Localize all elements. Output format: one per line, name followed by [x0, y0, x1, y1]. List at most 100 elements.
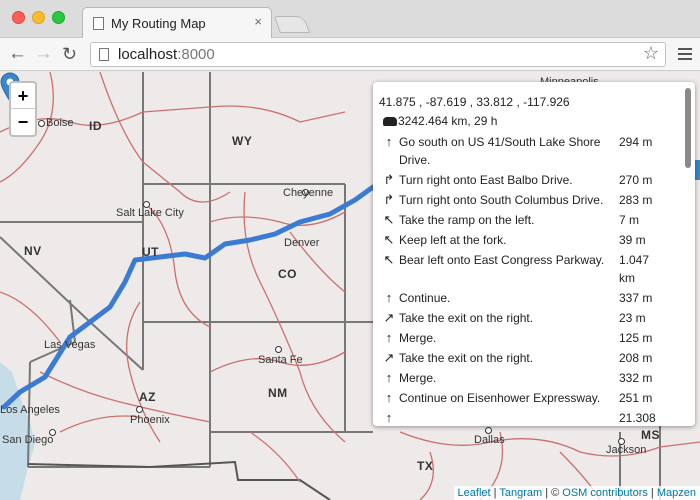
city-dot	[38, 120, 45, 127]
state-label-ut: UT	[142, 245, 159, 259]
route-step-text: Go south on US 41/South Lake Shore Drive…	[399, 135, 601, 167]
leaflet-link[interactable]: Leaflet	[458, 487, 491, 499]
state-label-id: ID	[89, 119, 102, 133]
route-step-distance: 1.047 km	[619, 253, 650, 285]
tangram-link[interactable]: Tangram	[499, 487, 542, 499]
city-label-cheyenne: Cheyenne	[283, 187, 334, 199]
route-step[interactable]: ↗ Take the exit on the right. 23 m	[379, 308, 674, 328]
state-label-tx: TX	[417, 459, 434, 473]
route-step-text: Take the ramp on the left.	[399, 213, 535, 227]
new-tab-button[interactable]	[273, 16, 311, 33]
route-summary: 3242.464 km, 29 h	[383, 114, 497, 128]
route-step-distance: 251 m	[619, 391, 653, 405]
direction-arrow-icon: ↑	[385, 134, 393, 149]
address-bar[interactable]: localhost:8000 ☆	[90, 42, 666, 67]
browser-toolbar: ← → ↻ localhost:8000 ☆	[0, 38, 700, 71]
attribution-separator: | ©	[542, 487, 563, 499]
route-step[interactable]: ↖ Take the ramp on the left. 7 m	[379, 210, 674, 230]
city-label-santa-fe: Santa Fe	[258, 354, 303, 366]
route-step[interactable]: ↑ Merge. 125 m	[379, 328, 674, 348]
city-label-phoenix: Phoenix	[130, 414, 170, 426]
browser-tab[interactable]: My Routing Map ×	[82, 7, 272, 38]
map-attribution: Leaflet | Tangram | © OSM contributors |…	[453, 486, 700, 500]
state-label-nv: NV	[24, 244, 42, 258]
url-text[interactable]: localhost:8000	[118, 46, 215, 63]
route-step-distance: 21.308	[619, 411, 656, 425]
osm-link[interactable]: OSM contributors	[562, 487, 648, 499]
city-label-salt-lake-city: Salt Lake City	[116, 207, 184, 219]
route-step[interactable]: ↑ Continue. 337 m	[379, 288, 674, 308]
city-label-los-angeles: Los Angeles	[0, 404, 60, 416]
direction-arrow-icon: ↗	[383, 350, 395, 365]
state-label-ms: MS	[641, 428, 660, 442]
route-step[interactable]: ↖ Keep left at the fork. 39 m	[379, 230, 674, 250]
state-label-wy: WY	[232, 134, 253, 148]
state-label-co: CO	[278, 267, 297, 281]
route-step-text: Turn right onto East Balbo Drive.	[399, 173, 573, 187]
city-label-denver: Denver	[284, 237, 320, 249]
route-step[interactable]: ↗ Take the exit on the right. 208 m	[379, 348, 674, 368]
reload-icon[interactable]: ↻	[62, 43, 77, 65]
attribution-separator: |	[647, 487, 657, 499]
hamburger-menu-icon[interactable]	[678, 48, 692, 60]
route-step-distance: 270 m	[619, 173, 653, 187]
state-label-az: AZ	[139, 390, 156, 404]
city-label-las-vegas: Las Vegas	[44, 339, 96, 351]
route-step-text: Bear left onto East Congress Parkway.	[399, 253, 605, 267]
zoom-control: + −	[9, 81, 37, 137]
direction-arrow-icon: ↖	[383, 232, 395, 247]
route-step[interactable]: ↑ Continue on Eisenhower Expressway. 251 m	[379, 388, 674, 408]
route-step-distance: 7 m	[619, 213, 640, 227]
close-window-button[interactable]	[12, 11, 25, 24]
minimize-window-button[interactable]	[32, 11, 45, 24]
route-step[interactable]: ↖ Bear left onto East Congress Parkway. 1.…	[379, 250, 674, 288]
city-label-san-diego: San Diego	[2, 434, 54, 446]
route-step[interactable]: ↑ Merge. 332 m	[379, 368, 674, 388]
route-line	[1, 184, 376, 410]
route-step-text: Keep left at the fork.	[399, 233, 507, 247]
back-arrow-icon[interactable]: ←	[8, 43, 27, 65]
direction-arrow-icon: ↑	[385, 410, 393, 425]
route-step[interactable]: ↑ Go south on US 41/South Lake Shore Driv…	[379, 132, 674, 170]
direction-arrow-icon: ↗	[383, 310, 395, 325]
city-dot	[485, 427, 492, 434]
car-icon	[383, 117, 397, 126]
direction-arrow-icon: ↱	[383, 172, 395, 187]
route-step-distance: 337 m	[619, 291, 653, 305]
route-step[interactable]: ↑ 21.308	[379, 408, 674, 426]
route-step[interactable]: ↱ Turn right onto East Balbo Drive. 270 m	[379, 170, 674, 190]
route-step-distance: 23 m	[619, 311, 646, 325]
city-label-jackson: Jackson	[606, 444, 647, 456]
route-step-distance: 208 m	[619, 351, 653, 365]
route-step-distance: 283 m	[619, 193, 653, 207]
city-label-boise: Boise	[46, 117, 74, 129]
route-step-distance: 294 m	[619, 135, 653, 149]
route-step-text: Take the exit on the right.	[399, 311, 534, 325]
route-step-distance: 39 m	[619, 233, 646, 247]
routing-panel[interactable]: 41.875 , -87.619 , 33.812 , -117.926 324…	[373, 82, 695, 426]
direction-arrow-icon: ↑	[385, 330, 393, 345]
forward-arrow-icon[interactable]: →	[34, 43, 53, 65]
zoom-in-button[interactable]: +	[11, 83, 35, 109]
direction-arrow-icon: ↑	[385, 370, 393, 385]
tab-title: My Routing Map	[111, 16, 206, 31]
direction-arrow-icon: ↱	[383, 192, 395, 207]
route-step[interactable]: ↱ Turn right onto South Columbus Drive. 28…	[379, 190, 674, 210]
direction-arrow-icon: ↖	[383, 252, 395, 267]
tab-close-icon[interactable]: ×	[254, 14, 262, 29]
city-dot	[136, 406, 143, 413]
route-step-distance: 125 m	[619, 331, 653, 345]
route-step-text: Merge.	[399, 331, 437, 345]
mapzen-link[interactable]: Mapzen	[657, 487, 696, 499]
scrollbar[interactable]	[685, 88, 691, 168]
route-step-text: Take the exit on the right.	[399, 351, 534, 365]
zoom-out-button[interactable]: −	[11, 109, 35, 135]
bookmark-star-icon[interactable]: ☆	[643, 43, 659, 64]
page-icon	[99, 48, 109, 61]
route-coordinates: 41.875 , -87.619 , 33.812 , -117.926	[379, 95, 570, 109]
maximize-window-button[interactable]	[52, 11, 65, 24]
route-step-text: Continue.	[399, 291, 451, 305]
route-steps-list: ↑ Go south on US 41/South Lake Shore Driv…	[379, 132, 674, 426]
direction-arrow-icon: ↑	[385, 290, 393, 305]
city-label-dallas: Dallas	[474, 434, 505, 446]
